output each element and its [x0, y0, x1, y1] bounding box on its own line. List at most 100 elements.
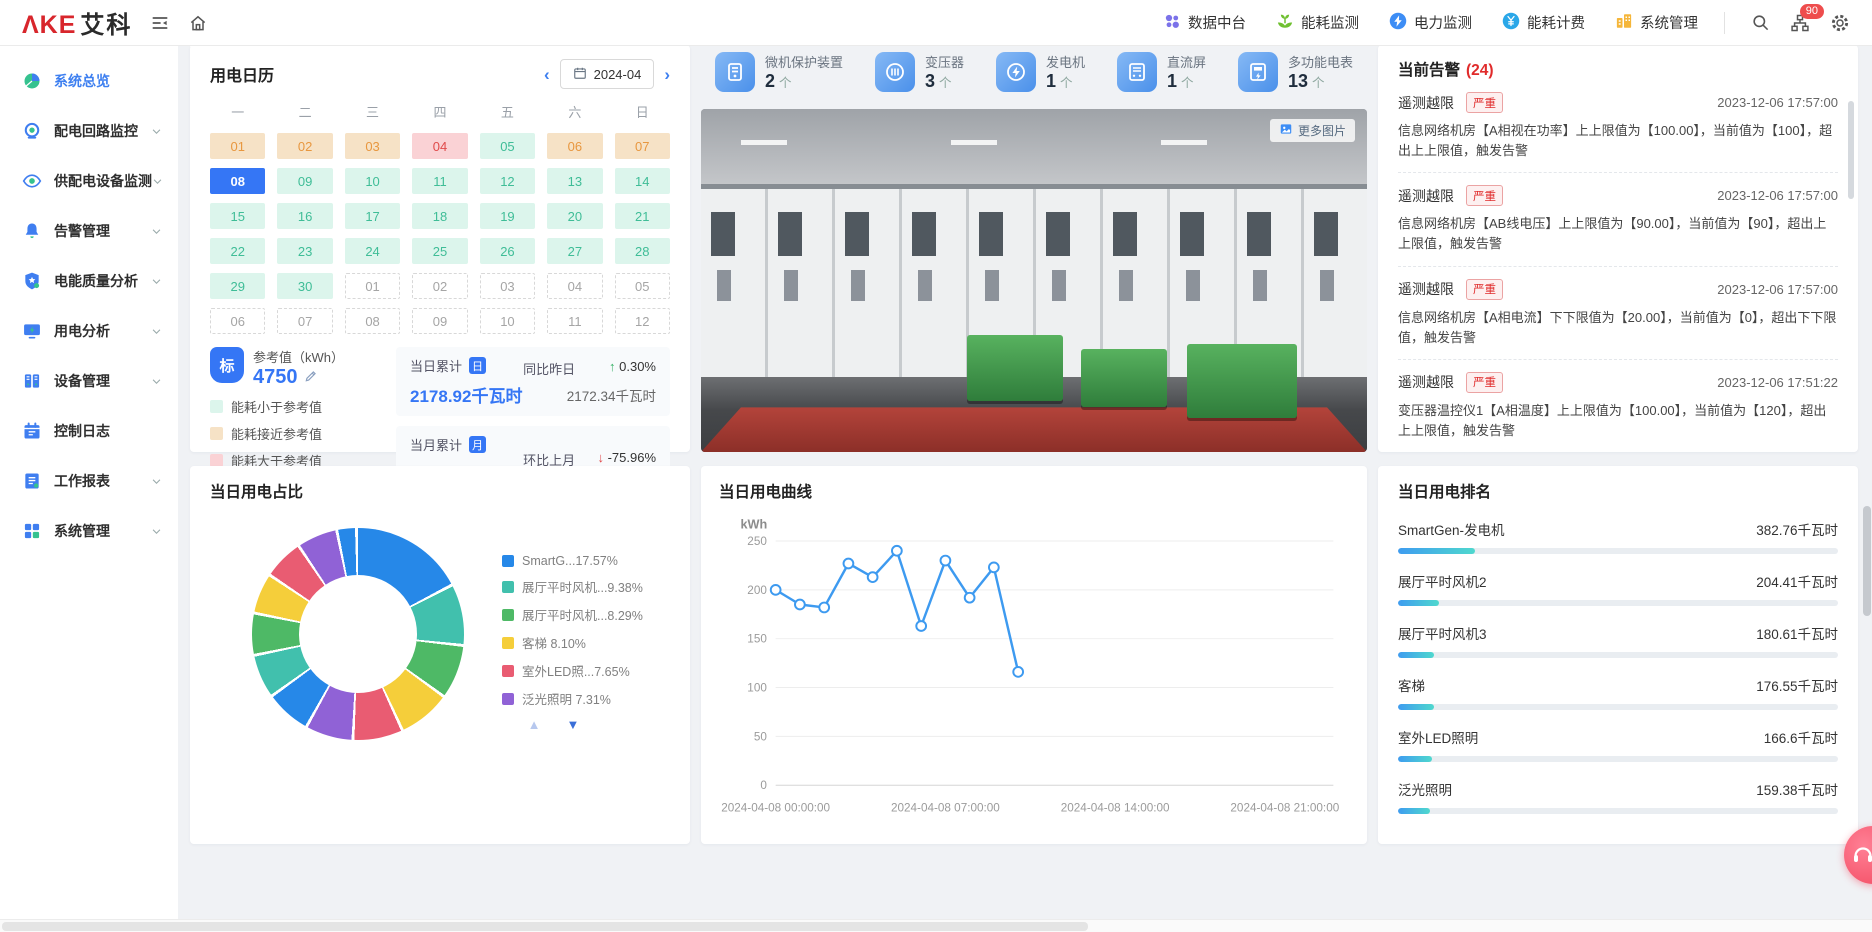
sidebar-item-usage-analysis[interactable]: 用电分析	[0, 306, 178, 356]
calendar-day[interactable]: 23	[277, 238, 332, 264]
nav-item-energy-billing[interactable]: 能耗计费	[1502, 12, 1585, 34]
calendar-day[interactable]: 16	[277, 203, 332, 229]
calendar-day[interactable]: 03	[345, 133, 400, 159]
calendar-day[interactable]: 01	[345, 273, 400, 299]
calendar-day[interactable]: 04	[412, 133, 467, 159]
calendar-day[interactable]: 07	[277, 308, 332, 334]
calendar-day[interactable]: 02	[277, 133, 332, 159]
calendar-day[interactable]: 26	[480, 238, 535, 264]
legend-label: SmartG...17.57%	[522, 554, 618, 568]
calendar-day[interactable]: 28	[615, 238, 670, 264]
prev-month-button[interactable]: ‹	[544, 66, 550, 83]
calendar-day[interactable]: 11	[412, 168, 467, 194]
calendar-day[interactable]: 10	[480, 308, 535, 334]
alert-item[interactable]: 遥测越限严重2023-12-06 17:57:00信息网络机房【A相电流】下下限…	[1398, 267, 1838, 360]
page-scrollbar-thumb[interactable]	[1863, 506, 1871, 616]
calendar-day[interactable]: 14	[615, 168, 670, 194]
calendar-day[interactable]: 12	[615, 308, 670, 334]
nav-item-data-platform[interactable]: 数据中台	[1163, 12, 1246, 34]
sidebar-item-alarm-management[interactable]: 告警管理	[0, 206, 178, 256]
sidebar-item-work-report[interactable]: 工作报表	[0, 456, 178, 506]
search-icon[interactable]	[1751, 13, 1770, 32]
nav-item-system-admin[interactable]: 系统管理	[1615, 12, 1698, 34]
alerts-title: 当前告警	[1398, 62, 1460, 79]
calendar-day[interactable]: 06	[547, 133, 602, 159]
page-scrollbar[interactable]	[1863, 46, 1871, 918]
month-picker[interactable]: 2024-04	[560, 59, 655, 89]
sidebar-item-equipment-management[interactable]: 设备管理	[0, 356, 178, 406]
collapse-sidebar-icon[interactable]	[150, 13, 170, 33]
ranking-bar-track	[1398, 704, 1838, 710]
nav-item-energy-monitor[interactable]: 能耗监测	[1276, 12, 1359, 34]
nav-item-power-monitor[interactable]: 电力监测	[1389, 12, 1472, 34]
legend-label: 泛光照明 7.31%	[522, 689, 611, 708]
calendar-day[interactable]: 06	[210, 308, 265, 334]
ranking-name: 泛光照明	[1398, 779, 1452, 799]
calendar-day[interactable]: 18	[412, 203, 467, 229]
sidebar-item-control-log[interactable]: 控制日志	[0, 406, 178, 456]
calendar-day[interactable]: 24	[345, 238, 400, 264]
calendar-day[interactable]: 21	[615, 203, 670, 229]
calendar-day[interactable]: 15	[210, 203, 265, 229]
calendar-day[interactable]: 03	[480, 273, 535, 299]
alert-item[interactable]: 遥测越限严重2023-12-06 17:57:00信息网络机房【AB线电压】上上…	[1398, 173, 1838, 266]
sidebar-item-label: 配电回路监控	[54, 121, 151, 141]
device-stat-multi-meter: 多功能电表13个	[1238, 52, 1353, 92]
photo-ceiling	[701, 109, 1367, 191]
calendar-day[interactable]: 17	[345, 203, 400, 229]
nav-item-label: 能耗计费	[1527, 12, 1585, 33]
settings-gear-icon[interactable]	[1830, 13, 1850, 33]
photo-lamps	[741, 140, 1327, 145]
calendar-day[interactable]: 12	[480, 168, 535, 194]
horizontal-scrollbar-thumb[interactable]	[2, 922, 1088, 931]
alert-description: 信息网络机房【A相电流】下下限值为【20.00】，当前值为【0】，超出下下限值，…	[1398, 308, 1838, 348]
calendar-day[interactable]: 20	[547, 203, 602, 229]
horizontal-scrollbar[interactable]	[0, 919, 1872, 932]
calendar-day[interactable]: 30	[277, 273, 332, 299]
image-icon	[1279, 122, 1293, 139]
calendar-day[interactable]: 05	[615, 273, 670, 299]
alert-item[interactable]: 遥测越限严重2023-12-06 17:51:22变压器温控仪1【A相温度】上上…	[1398, 360, 1838, 452]
donut-legend-item[interactable]: 展厅平时风机...8.29%	[502, 605, 643, 624]
calendar-day[interactable]: 22	[210, 238, 265, 264]
calendar-day[interactable]: 09	[277, 168, 332, 194]
calendar-day[interactable]: 19	[480, 203, 535, 229]
calendar-day[interactable]: 08	[345, 308, 400, 334]
org-structure-icon[interactable]: 90	[1790, 13, 1810, 33]
sidebar-item-system-management[interactable]: 系统管理	[0, 506, 178, 556]
calendar-day[interactable]: 07	[615, 133, 670, 159]
calendar-day[interactable]: 02	[412, 273, 467, 299]
calendar-day[interactable]: 13	[547, 168, 602, 194]
alert-description: 变压器温控仪1【A相温度】上上限值为【100.00】，当前值为【120】，超出上…	[1398, 401, 1838, 441]
donut-legend-item[interactable]: 展厅平时风机...9.38%	[502, 577, 643, 596]
ranking-item: 室外LED照明166.6千瓦时	[1398, 727, 1838, 762]
sidebar-item-device-monitoring[interactable]: 供配电设备监测	[0, 156, 178, 206]
calendar-day[interactable]: 11	[547, 308, 602, 334]
calendar-day[interactable]: 04	[547, 273, 602, 299]
legend-page-down-button[interactable]: ▼	[566, 717, 579, 732]
sidebar-item-overview[interactable]: 系统总览	[0, 56, 178, 106]
more-photos-button[interactable]: 更多图片	[1270, 119, 1355, 142]
edit-pencil-icon[interactable]	[304, 366, 318, 389]
donut-legend-item[interactable]: SmartG...17.57%	[502, 554, 643, 568]
calendar-day[interactable]: 25	[412, 238, 467, 264]
calendar-day[interactable]: 05	[480, 133, 535, 159]
donut-legend-item[interactable]: 客梯 8.10%	[502, 633, 643, 652]
home-icon[interactable]	[188, 13, 208, 33]
next-month-button[interactable]: ›	[664, 66, 670, 83]
alerts-scrollbar[interactable]	[1848, 101, 1854, 199]
donut-legend-item[interactable]: 室外LED照...7.65%	[502, 661, 643, 680]
alert-item[interactable]: 遥测越限严重2023-12-06 17:57:00信息网络机房【A相视在功率】上…	[1398, 80, 1838, 173]
donut-legend-item[interactable]: 泛光照明 7.31%	[502, 689, 643, 708]
calendar-day[interactable]: 09	[412, 308, 467, 334]
sidebar-item-label: 工作报表	[54, 471, 151, 491]
legend-page-up-button[interactable]: ▲	[528, 717, 541, 732]
calendar-day[interactable]: 10	[345, 168, 400, 194]
calendar-day[interactable]: 27	[547, 238, 602, 264]
calendar-day[interactable]: 01	[210, 133, 265, 159]
calendar-day[interactable]: 29	[210, 273, 265, 299]
sidebar-item-power-quality[interactable]: 电能质量分析	[0, 256, 178, 306]
nav-item-label: 能耗监测	[1301, 12, 1359, 33]
calendar-day[interactable]: 08	[210, 168, 265, 194]
sidebar-item-circuit-monitoring[interactable]: 配电回路监控	[0, 106, 178, 156]
